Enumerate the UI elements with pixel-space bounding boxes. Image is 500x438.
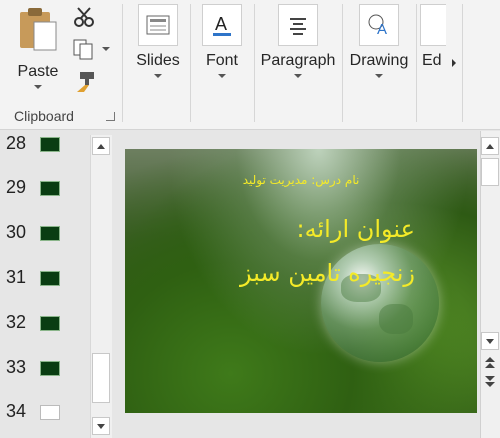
dialog-launcher-icon[interactable] (106, 112, 115, 121)
paste-label: Paste (17, 63, 59, 80)
paragraph-button[interactable]: Paragraph (258, 4, 338, 78)
previous-slide-button[interactable] (484, 356, 496, 370)
slide-thumbnail[interactable]: 32 (0, 312, 90, 336)
font-label: Font (205, 52, 238, 69)
find-icon (420, 4, 446, 46)
chevron-down-icon (375, 74, 383, 78)
scrollbar-thumb[interactable] (481, 158, 499, 186)
slide-thumbnail[interactable]: 28 (0, 133, 90, 157)
chevron-down-icon (486, 338, 494, 344)
chevron-down-icon (97, 423, 105, 429)
font-button[interactable]: A Font (196, 4, 248, 78)
slide-thumbnail-image (40, 137, 60, 152)
copy-icon (73, 39, 93, 60)
chevron-down-icon (218, 74, 226, 78)
slide-thumbnail[interactable]: 29 (0, 177, 90, 201)
format-painter-icon (77, 72, 94, 92)
slide-number: 29 (6, 177, 27, 197)
slide-number: 33 (6, 357, 27, 377)
paste-icon (20, 8, 57, 51)
double-chevron-up-icon (485, 357, 495, 368)
editing-button[interactable]: Ed (420, 4, 446, 70)
paragraph-label: Paragraph (260, 52, 336, 69)
ribbon: Paste Clipboard Slides A Font Paragraph … (0, 0, 500, 130)
slide-thumbnail-image (40, 316, 60, 331)
ribbon-divider (190, 4, 191, 122)
slide-thumbnail-image (40, 361, 60, 376)
scroll-down-button[interactable] (92, 417, 110, 435)
chevron-down-icon (34, 85, 42, 89)
ribbon-scroll-right-button[interactable] (446, 4, 462, 122)
drawing-button[interactable]: A Drawing (346, 4, 412, 78)
slide-thumbnail[interactable]: 31 (0, 267, 90, 291)
paste-button[interactable]: Paste (12, 6, 64, 89)
slide-thumbnail[interactable]: 30 (0, 222, 90, 246)
next-slide-button[interactable] (484, 374, 496, 388)
slides-label: Slides (136, 52, 180, 69)
scroll-up-button[interactable] (92, 137, 110, 155)
cut-button[interactable] (72, 6, 96, 28)
slides-icon (138, 4, 178, 46)
ribbon-divider (342, 4, 343, 122)
slide-thumbnail-image (40, 226, 60, 241)
slide-number: 28 (6, 133, 27, 153)
ribbon-divider (462, 4, 463, 122)
font-color-icon: A (202, 4, 242, 46)
slide-thumbnail[interactable]: 33 (0, 357, 90, 381)
slide-thumbnail-image (40, 271, 60, 286)
slide-number: 34 (6, 401, 27, 421)
chevron-down-icon (154, 74, 162, 78)
ribbon-divider (416, 4, 417, 122)
copy-button[interactable] (72, 38, 112, 60)
drawing-label: Drawing (349, 52, 409, 69)
ribbon-divider (122, 4, 123, 122)
chevron-down-icon (294, 74, 302, 78)
double-chevron-down-icon (485, 376, 495, 387)
chevron-up-icon (486, 143, 494, 149)
slide-number: 32 (6, 312, 27, 332)
globe-continent (379, 304, 413, 334)
chevron-right-icon (452, 59, 456, 67)
slide-number: 30 (6, 222, 27, 242)
clipboard-group-label: Clipboard (14, 108, 74, 124)
presentation-title-label[interactable]: عنوان ارائه: (225, 215, 415, 243)
slide-thumbnail-image (40, 181, 60, 196)
slide-thumbnail-panel: 28 29 30 31 32 33 34 (0, 131, 116, 438)
svg-text:A: A (215, 14, 227, 34)
chevron-up-icon (97, 143, 105, 149)
current-slide[interactable]: نام درس: مدیریت تولید عنوان ارائه: زنجیر… (125, 149, 477, 413)
slide-number: 31 (6, 267, 27, 287)
shapes-icon: A (359, 4, 399, 46)
editing-label: Ed (422, 52, 442, 69)
presentation-title[interactable]: زنجیره تامین سبز (185, 259, 415, 287)
scroll-down-button[interactable] (481, 332, 499, 350)
paragraph-align-icon (278, 4, 318, 46)
svg-text:A: A (377, 21, 387, 37)
ribbon-divider (254, 4, 255, 122)
course-name-text[interactable]: نام درس: مدیریت تولید (125, 173, 477, 187)
format-painter-button[interactable] (74, 70, 98, 92)
slide-thumbnail-image (40, 405, 60, 420)
slide-thumbnail[interactable]: 34 (0, 401, 90, 425)
chevron-down-icon (102, 47, 110, 51)
slides-button[interactable]: Slides (132, 4, 184, 78)
scrollbar-thumb[interactable] (92, 353, 110, 403)
scissors-icon (74, 7, 94, 27)
scroll-up-button[interactable] (481, 137, 499, 155)
